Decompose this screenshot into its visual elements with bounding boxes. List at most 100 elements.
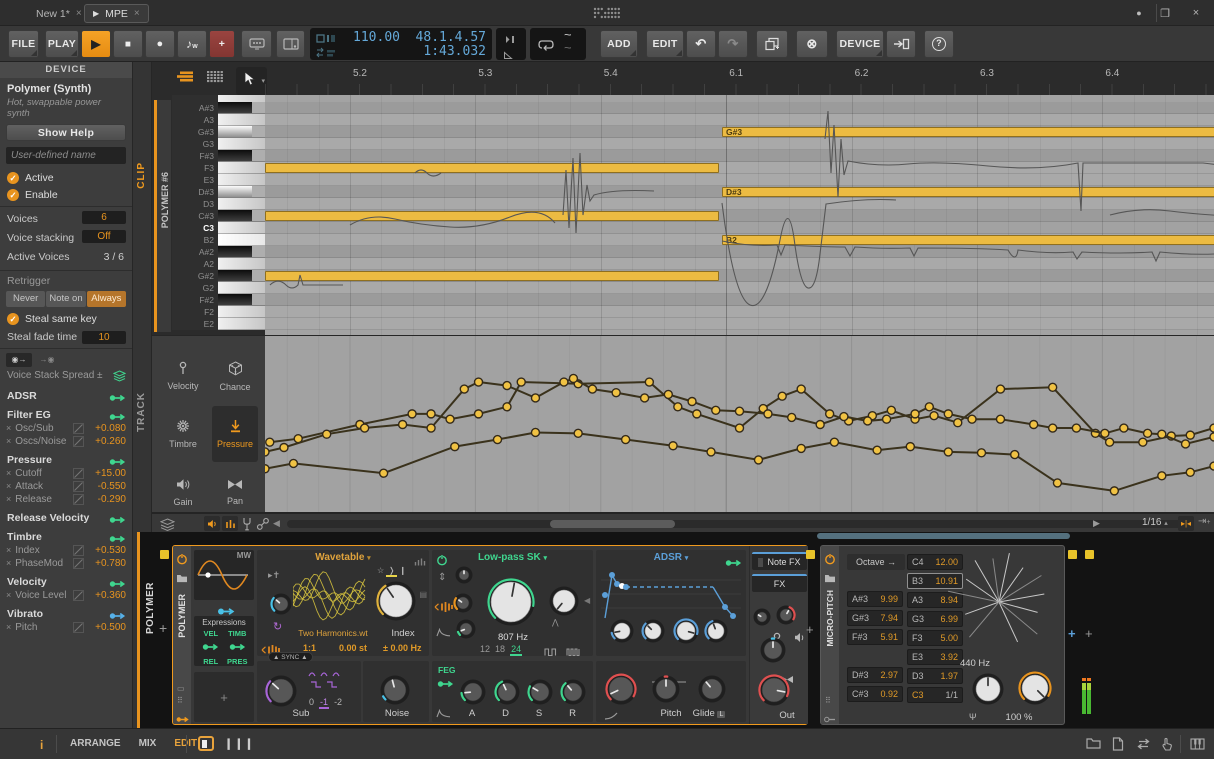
play-button[interactable]: ▶ [81,30,111,58]
pressure-point[interactable] [266,438,274,446]
view-tab-arrange[interactable]: ARRANGE [70,738,121,749]
key-D#3[interactable]: D#3 [172,186,265,198]
pressure-point[interactable] [1210,433,1214,441]
reference-pitch-value[interactable]: 440 Hz [951,658,999,669]
close-tab-icon[interactable]: × [76,8,82,19]
pressure-point[interactable] [754,456,762,464]
key-body[interactable] [218,270,265,282]
key-body[interactable] [218,198,265,210]
expression-button-velocity[interactable]: Velocity [160,348,206,404]
black-key[interactable] [218,246,252,257]
key-body[interactable] [218,174,265,186]
osc-type-dropdown[interactable]: Wavetable ▾ [257,550,429,563]
retrigger-option-note-on[interactable]: Note on [46,291,85,307]
mod-header-filter-eg[interactable]: Filter EG [0,408,132,422]
key-body[interactable] [218,102,265,114]
key-body[interactable] [218,282,265,294]
retrigger-option-always[interactable]: Always [87,291,126,307]
stop-button[interactable]: ■ [113,30,143,58]
grid-dots-icon[interactable]: ⠿ [177,696,184,705]
remove-icon[interactable]: × [6,622,11,632]
pressure-point[interactable] [911,410,919,418]
tuning-cell-D#3[interactable]: D#32.97 [847,667,903,683]
pressure-point[interactable] [930,412,938,420]
pressure-point[interactable] [475,410,483,418]
pressure-point[interactable] [265,465,269,473]
pitch-env-knob[interactable] [605,673,637,710]
dual-display-button[interactable] [276,30,305,58]
key-G3[interactable]: G3 [172,138,265,150]
mw-modulator[interactable]: MW [194,550,254,600]
pressure-point[interactable] [840,413,848,421]
tuning-cell-C#3[interactable]: C#30.92 [847,686,903,702]
mod-header-timbre[interactable]: Timbre [0,530,132,544]
pressure-point[interactable] [764,410,772,418]
pressure-point[interactable] [669,442,677,450]
pressure-point[interactable] [475,378,483,386]
black-key[interactable] [218,126,252,137]
pressure-lane[interactable] [265,335,1214,512]
pressure-point[interactable] [674,403,682,411]
pressure-point[interactable] [1186,431,1194,439]
key-body[interactable] [218,150,265,162]
key-body[interactable] [218,138,265,150]
tuning-cell-F#3[interactable]: F#35.91 [847,629,903,645]
adsr-attack-knob[interactable] [610,619,634,648]
fold-view-tab[interactable] [206,70,224,88]
key-body[interactable] [218,318,265,330]
osc-shape-knob[interactable] [270,593,292,620]
io-panel-icon[interactable] [1136,738,1151,753]
view-tab-mix[interactable]: MIX [139,738,157,749]
loop-icon[interactable] [537,38,555,56]
slope-switch[interactable]: 12 18 24 [480,644,522,654]
tab-track[interactable]: TRACK [136,392,147,432]
feg-release-knob[interactable] [560,679,586,710]
pressure-point[interactable] [996,385,1004,393]
mod-header-vibrato[interactable]: Vibrato [0,607,132,621]
remove-icon[interactable]: × [6,436,11,446]
key-A#3[interactable]: A#3 [172,102,265,114]
remove-icon[interactable]: × [6,423,11,433]
key-F2[interactable]: F2 [172,306,265,318]
audition-button[interactable] [204,516,220,531]
enable-checkbox[interactable]: ✓Enable [0,186,132,203]
env-type-dropdown[interactable]: ADSR ▾ [596,550,746,563]
pressure-point[interactable] [883,415,891,423]
lane-header[interactable]: POLYMER #6 [154,100,171,332]
pressure-point[interactable] [503,403,511,411]
mod-param-oscsnoise[interactable]: ×Oscs/Noise+0.260 [0,435,132,448]
mod-header-adsr[interactable]: ADSR [0,389,132,403]
remove-icon[interactable]: × [6,590,11,600]
mix-amount-knob[interactable] [1018,671,1052,710]
key-body[interactable] [218,126,265,138]
black-key[interactable] [218,294,252,305]
touch-panel-icon[interactable] [1161,737,1173,754]
close-tab-icon[interactable]: × [134,8,140,19]
remove-icon[interactable]: × [6,558,11,568]
retrigger-option-never[interactable]: Never [6,291,45,307]
black-key[interactable] [218,270,252,281]
position-time[interactable]: 1:43.032 [404,44,486,59]
pressure-point[interactable] [830,438,838,446]
browser-panel-icon[interactable] [1086,737,1101,752]
key-G#3[interactable]: G#3 [172,126,265,138]
pressure-point[interactable] [289,459,297,467]
key-F3[interactable]: F3 [172,162,265,174]
mod-param-release[interactable]: ×Release-0.290 [0,493,132,506]
pressure-point[interactable] [265,448,269,456]
adsr-sustain-knob[interactable] [673,618,699,649]
grid-dots-icon[interactable]: ⠿ [825,696,832,705]
pressure-point[interactable] [1072,424,1080,432]
pressure-point[interactable] [996,415,1004,423]
pressure-point[interactable] [560,378,568,386]
overdub-button[interactable]: ♪w [177,30,207,58]
tuning-cell-G#3[interactable]: G#37.94 [847,610,903,626]
info-button[interactable]: i [40,738,43,752]
black-key[interactable] [218,150,252,161]
remote-controls-icon[interactable]: ▭ [177,684,185,693]
pressure-point[interactable] [503,382,511,390]
pressure-point[interactable] [1210,424,1214,432]
tab-clip[interactable]: CLIP [136,162,147,189]
project-tab-new1[interactable]: New 1* × [28,4,90,23]
key-C#3[interactable]: C#3 [172,210,265,222]
